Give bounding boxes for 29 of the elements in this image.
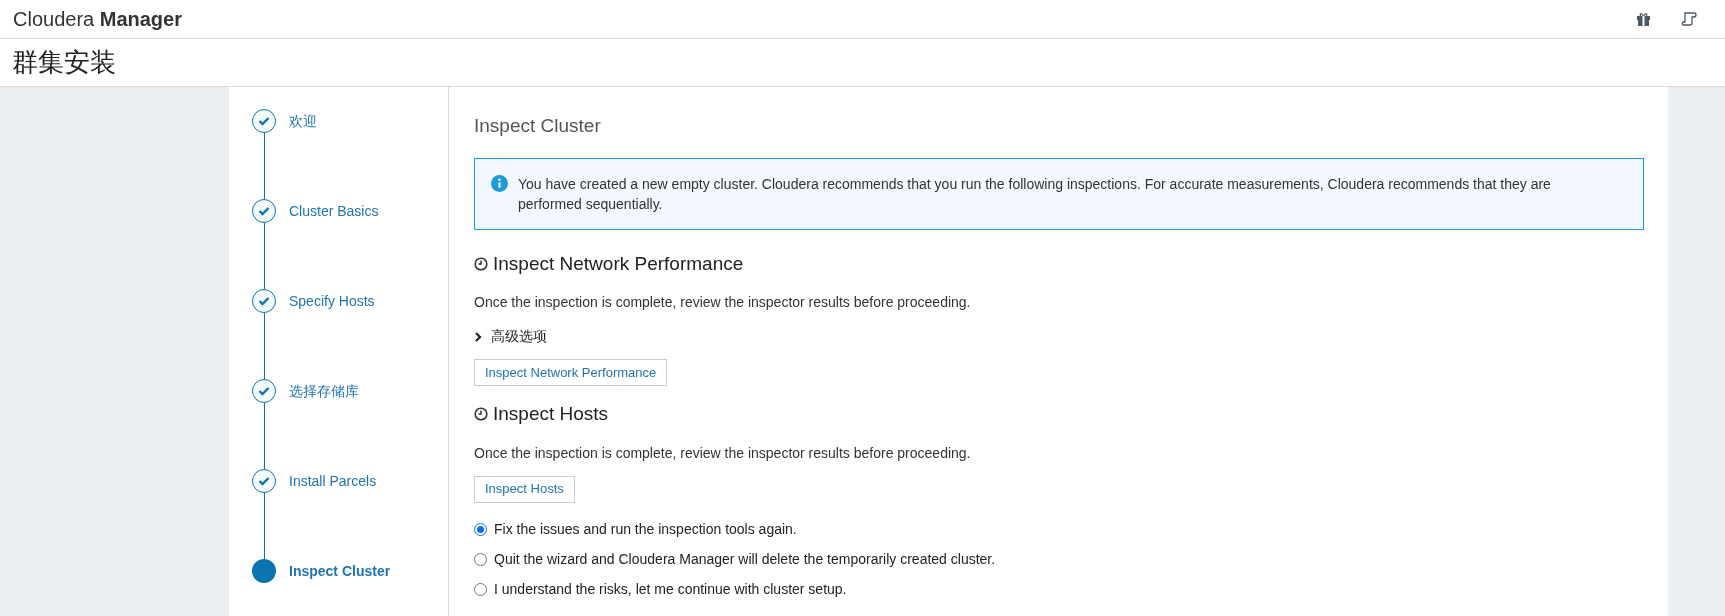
clock-icon: [474, 256, 488, 271]
section-heading: Inspect Network Performance: [493, 251, 744, 276]
page-title: 群集安装: [12, 46, 116, 79]
advanced-options-toggle[interactable]: 高级选项: [491, 326, 547, 347]
scroll-icon[interactable]: [1681, 11, 1697, 27]
inspect-button[interactable]: Inspect Network Performance: [474, 359, 668, 386]
brand-name: Manager: [99, 8, 182, 30]
info-message: You have created a new empty cluster. Cloudera recommends that you run the following inspections. For accurate measurements, Cloudera recommends that they are performed sequentially.: [518, 174, 1552, 214]
chevron-right-icon[interactable]: [474, 331, 482, 342]
step-link[interactable]: Install Parcels: [289, 471, 377, 492]
step-link[interactable]: Cluster Basics: [289, 201, 379, 222]
clock-icon: [474, 407, 488, 422]
step-link[interactable]: 欢迎: [289, 111, 317, 132]
brand-name: Cloudera: [13, 8, 95, 30]
gift-icon[interactable]: [1636, 12, 1651, 26]
section-heading: Inspect Hosts: [493, 402, 609, 426]
info-icon: [491, 174, 508, 192]
section-title: Inspect Cluster: [474, 114, 602, 138]
section-description: Once the inspection is complete, review the inspector results before proceeding.: [474, 443, 972, 463]
step-link[interactable]: Specify Hosts: [289, 291, 375, 312]
radio-button[interactable]: [474, 582, 487, 596]
section-description: Once the inspection is complete, review the inspector results before proceeding.: [474, 293, 972, 312]
option-label: Quit the wizard and Cloudera Manager will delete the temporarily created cluster.: [494, 549, 996, 569]
option-label: I understand the risks, let me continue with cluster setup.: [494, 579, 847, 599]
step-link[interactable]: Inspect Cluster: [289, 561, 391, 582]
inspect-button[interactable]: Inspect Hosts: [474, 475, 575, 503]
step-link[interactable]: 选择存储库: [289, 381, 359, 402]
radio-button[interactable]: [474, 552, 487, 566]
option-label: Fix the issues and run the inspection tools again.: [494, 519, 797, 539]
